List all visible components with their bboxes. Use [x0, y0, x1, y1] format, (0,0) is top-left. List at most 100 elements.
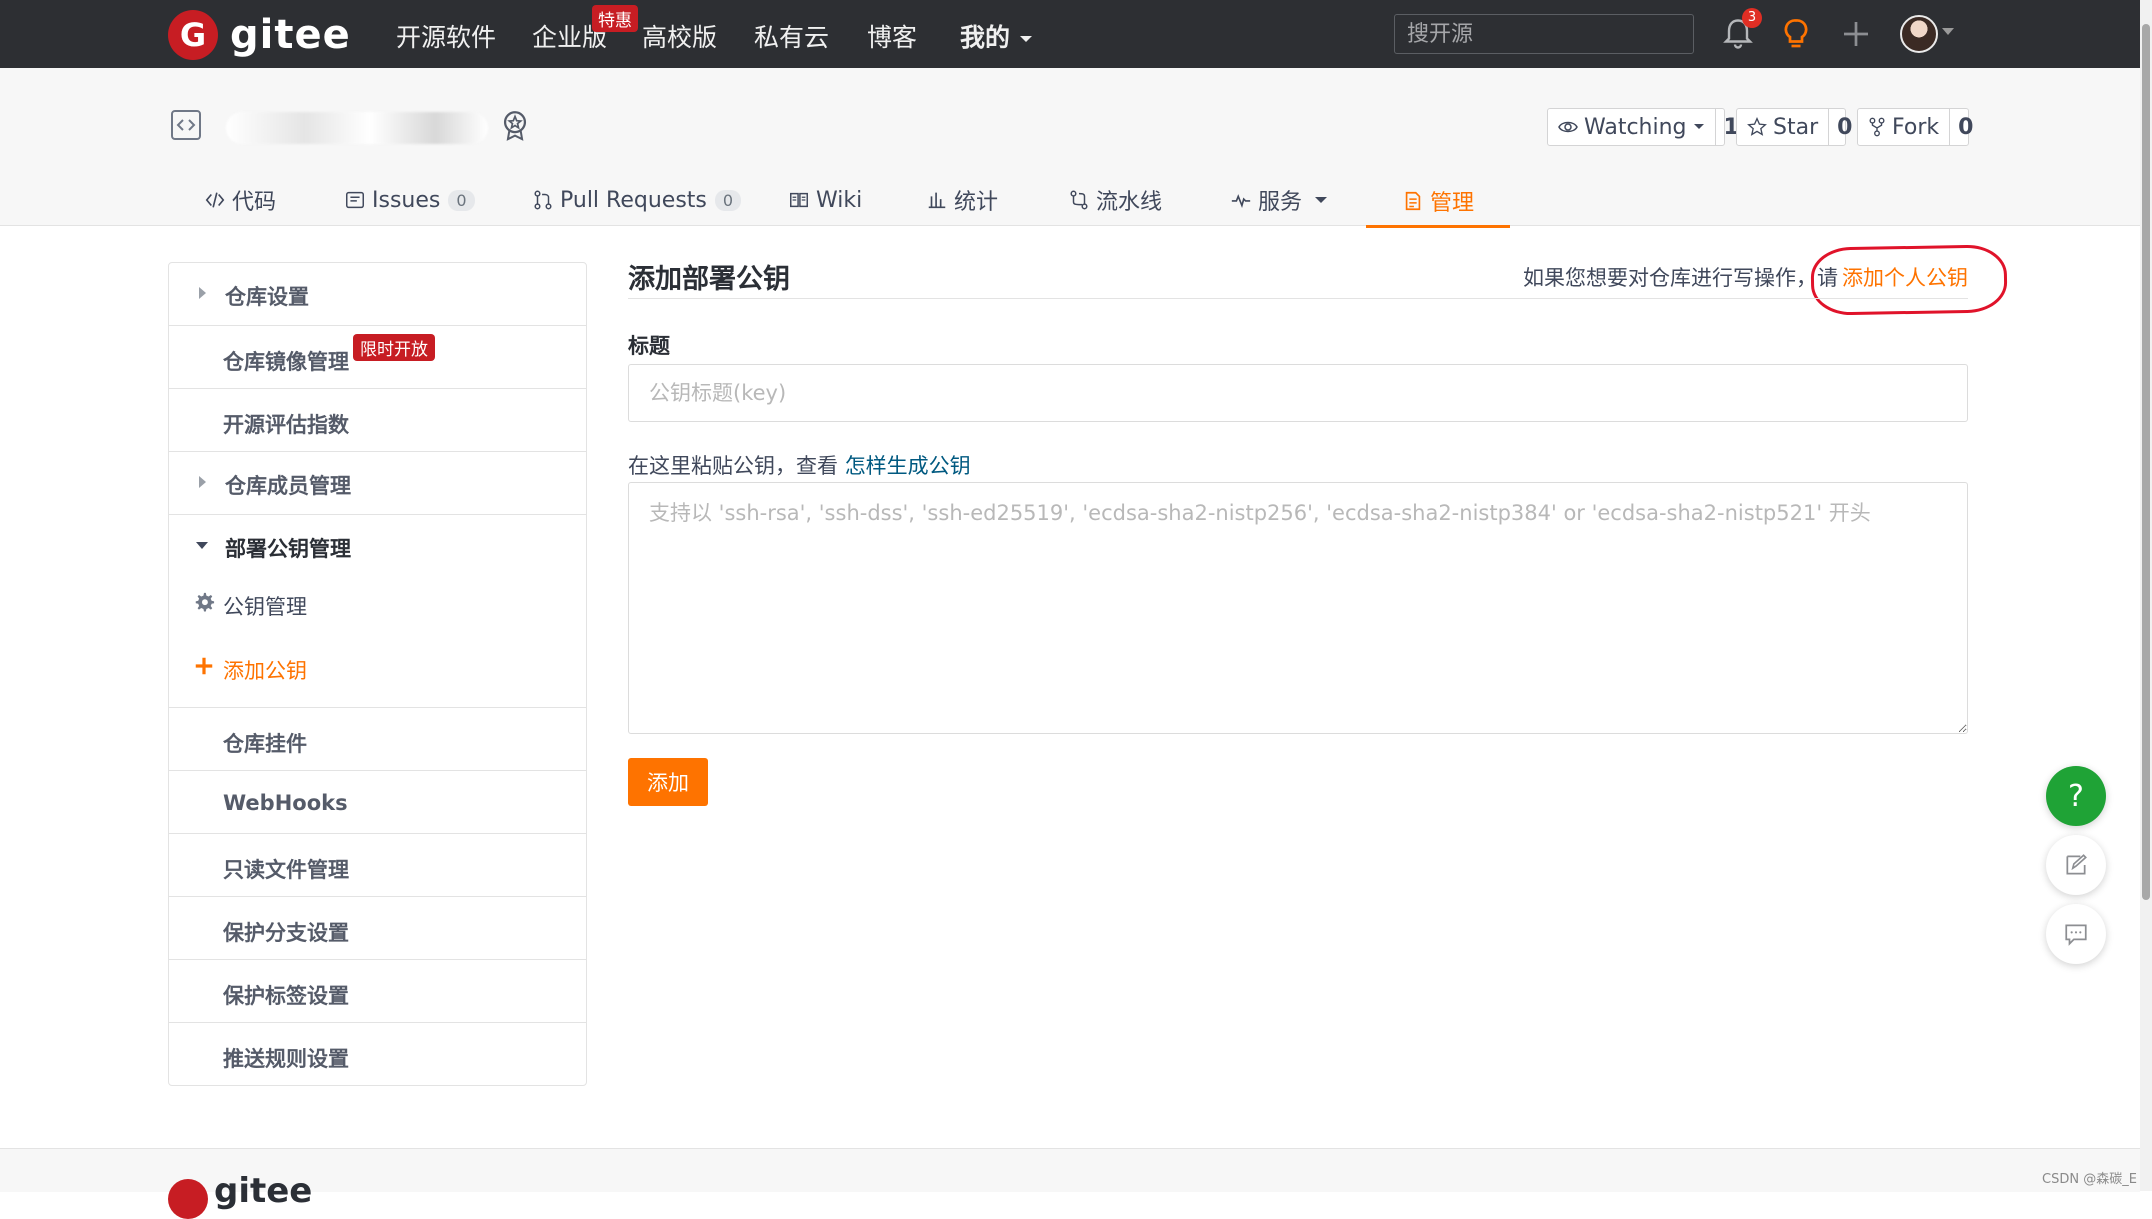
tab-pipeline[interactable]: 流水线	[1068, 176, 1162, 224]
edit-note-icon	[2066, 854, 2087, 875]
tab-statistics-label: 统计	[954, 190, 999, 215]
csdn-watermark: CSDN @森碳_E	[2042, 1172, 2137, 1187]
tab-wiki-label: Wiki	[816, 187, 863, 213]
tab-pull-requests[interactable]: Pull Requests 0	[532, 176, 742, 224]
sidebar-item-member-management[interactable]: 仓库成员管理	[169, 452, 586, 515]
tab-wiki[interactable]: Wiki	[788, 176, 862, 224]
expanded-arrow-icon	[196, 542, 208, 549]
plus-icon[interactable]	[1838, 16, 1874, 52]
sidebar-item-protected-branches[interactable]: 保护分支设置	[169, 897, 586, 960]
tab-manage-label: 管理	[1430, 190, 1475, 216]
sidebar-group-deploy-keys: 部署公钥管理 公钥管理 添加公钥	[169, 515, 586, 708]
public-key-textarea[interactable]	[628, 482, 1968, 734]
book-icon	[790, 192, 808, 208]
star-button[interactable]: Star 0	[1736, 108, 1852, 146]
sidebar-item-label: 仓库成员管理	[225, 474, 351, 498]
scrollbar-thumb[interactable]	[2142, 24, 2150, 900]
gitee-logo-text: gitee	[230, 12, 351, 58]
title-field-label: 标题	[628, 334, 670, 358]
chat-bubble-icon	[2065, 924, 2087, 946]
lightbulb-icon[interactable]	[1778, 16, 1814, 52]
add-key-button[interactable]: 添加	[628, 758, 708, 806]
page-footer: gitee	[0, 1148, 2140, 1219]
help-icon: ?	[2068, 778, 2084, 814]
chevron-down-icon	[1693, 124, 1704, 129]
sidebar-item-mirror-management[interactable]: 仓库镜像管理 限时开放	[169, 326, 586, 389]
nav-blog[interactable]: 博客	[867, 18, 917, 54]
star-label: Star	[1773, 114, 1819, 140]
watch-label: Watching	[1584, 114, 1687, 140]
how-to-generate-key-link[interactable]: 怎样生成公钥	[845, 454, 971, 478]
tab-statistics[interactable]: 统计	[926, 176, 998, 224]
repo-name-redacted[interactable]	[226, 112, 488, 144]
hint-text: 如果您想要对仓库进行写操作，请	[1523, 266, 1838, 290]
sidebar-item-label: 部署公钥管理	[225, 537, 351, 561]
red-annotation-circle	[1810, 244, 2008, 316]
promo-badge: 特惠	[592, 5, 638, 32]
chat-button[interactable]	[2046, 904, 2106, 964]
user-avatar[interactable]	[1900, 15, 1938, 53]
fork-icon	[1869, 117, 1885, 137]
nav-mine[interactable]: 我的	[960, 18, 1033, 54]
repo-code-icon	[171, 110, 201, 140]
sidebar-item-widgets[interactable]: 仓库挂件	[169, 708, 586, 771]
top-navbar: G gitee 开源软件 企业版 特惠 高校版 私有云 博客 我的 3	[0, 0, 2152, 68]
nav-education[interactable]: 高校版	[642, 18, 717, 54]
tab-services[interactable]: 服务	[1230, 176, 1328, 224]
sidebar-item-label: 推送规则设置	[223, 1047, 349, 1071]
sidebar-item-label: 保护分支设置	[223, 921, 349, 945]
sidebar-item-webhooks[interactable]: WebHooks	[169, 771, 586, 834]
gear-icon	[195, 592, 215, 612]
sidebar-subitem-key-management[interactable]: 公钥管理	[169, 577, 586, 635]
tab-manage[interactable]: 管理	[1366, 176, 1511, 228]
tab-code[interactable]: 代码	[204, 176, 276, 224]
sidebar-item-label: 仓库设置	[225, 285, 309, 309]
fork-label-wrap: Fork	[1858, 109, 1949, 145]
feedback-button[interactable]	[2046, 835, 2106, 895]
settings-sidebar: 仓库设置 仓库镜像管理 限时开放 开源评估指数 仓库成员管理 部署公钥管理 公钥…	[168, 262, 587, 1086]
page-title: 添加部署公钥	[628, 264, 790, 295]
star-count[interactable]: 0	[1828, 109, 1860, 145]
collapsed-arrow-icon	[199, 476, 206, 488]
eye-icon	[1558, 121, 1578, 133]
sidebar-item-readonly-files[interactable]: 只读文件管理	[169, 834, 586, 897]
nav-open-source[interactable]: 开源软件	[396, 18, 496, 54]
sidebar-item-protected-tags[interactable]: 保护标签设置	[169, 960, 586, 1023]
nav-private-cloud[interactable]: 私有云	[754, 18, 829, 54]
avatar-dropdown-icon[interactable]	[1942, 28, 1954, 35]
sidebar-item-label: 开源评估指数	[223, 413, 349, 437]
paste-key-text: 在这里粘贴公钥，查看	[628, 454, 838, 478]
fork-count[interactable]: 0	[1949, 109, 1981, 145]
footer-logo-text: gitee	[214, 1171, 313, 1211]
sidebar-item-push-rules[interactable]: 推送规则设置	[169, 1023, 586, 1085]
gitee-logo-icon: G	[168, 10, 218, 60]
chevron-down-icon	[1019, 36, 1032, 42]
watch-label-wrap: Watching	[1548, 109, 1715, 145]
sidebar-item-deploy-keys[interactable]: 部署公钥管理	[169, 515, 586, 577]
help-button[interactable]: ?	[2046, 766, 2106, 826]
sidebar-item-repo-settings[interactable]: 仓库设置	[169, 263, 586, 326]
fork-button[interactable]: Fork 0	[1857, 108, 1973, 146]
sidebar-item-label: 仓库挂件	[223, 732, 307, 756]
tab-issues-label: Issues	[372, 187, 441, 213]
sidebar-subitem-add-key[interactable]: 添加公钥	[169, 635, 586, 699]
sidebar-subitem-label: 添加公钥	[223, 659, 307, 683]
sidebar-subitem-label: 公钥管理	[223, 595, 307, 619]
footer-logo-icon	[168, 1179, 208, 1219]
sidebar-item-open-source-index[interactable]: 开源评估指数	[169, 389, 586, 452]
title-divider	[628, 298, 1968, 299]
collapsed-arrow-icon	[199, 287, 206, 299]
award-icon[interactable]	[498, 108, 532, 142]
key-title-input[interactable]	[628, 364, 1968, 422]
tab-issues[interactable]: Issues 0	[344, 176, 475, 224]
search-input[interactable]	[1394, 14, 1694, 54]
tab-code-label: 代码	[232, 190, 277, 215]
star-icon	[1747, 117, 1767, 136]
repo-header: Watching 1 Star 0 Fork 0 代码 Issues 0 Pul…	[0, 68, 2140, 228]
bar-chart-icon	[928, 192, 946, 209]
gitee-logo[interactable]: G gitee	[168, 10, 351, 60]
tab-services-label: 服务	[1258, 190, 1303, 215]
sidebar-item-label: 保护标签设置	[223, 984, 349, 1008]
pull-requests-count-badge: 0	[714, 189, 742, 211]
watch-button[interactable]: Watching 1	[1547, 108, 1739, 146]
